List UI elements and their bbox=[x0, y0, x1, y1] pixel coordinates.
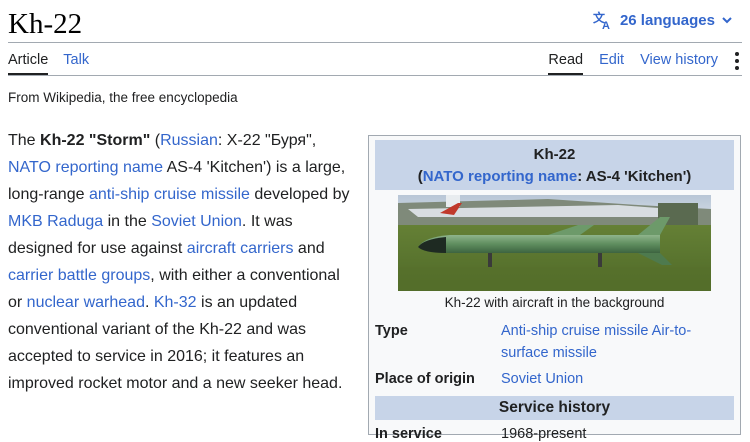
tab-article[interactable]: Article bbox=[8, 48, 49, 75]
page-title: Kh-22 bbox=[8, 8, 83, 40]
link-infobox-nato-reporting-name[interactable]: NATO reporting name bbox=[423, 168, 577, 185]
infobox-label: Type bbox=[375, 323, 408, 339]
infobox-subtitle: (NATO reporting name: AS-4 'Kitchen') bbox=[375, 166, 734, 188]
languages-label: 26 languages bbox=[619, 11, 715, 29]
lead-text: ( bbox=[150, 132, 161, 149]
link-carrier-battle-groups[interactable]: carrier battle groups bbox=[8, 267, 150, 284]
tab-talk[interactable]: Talk bbox=[63, 48, 89, 73]
infobox-row-type: Type Anti-ship cruise missile Air-to-sur… bbox=[375, 320, 734, 364]
infobox-label: In service bbox=[375, 426, 442, 442]
infobox-title: Kh-22 bbox=[533, 146, 576, 163]
tab-read[interactable]: Read bbox=[548, 48, 584, 75]
link-infobox-origin[interactable]: Soviet Union bbox=[501, 368, 734, 390]
tab-edit[interactable]: Edit bbox=[599, 48, 624, 73]
title-divider bbox=[8, 42, 742, 43]
lead-bold-title: Kh-22 "Storm" bbox=[40, 132, 151, 149]
svg-text:A: A bbox=[602, 20, 610, 30]
infobox: Kh-22 (NATO reporting name: AS-4 'Kitche… bbox=[368, 135, 741, 442]
infobox-header: Kh-22 (NATO reporting name: AS-4 'Kitche… bbox=[375, 140, 734, 190]
kebab-menu-icon[interactable] bbox=[732, 48, 742, 70]
infobox-caption: Kh-22 with aircraft in the background bbox=[444, 295, 665, 310]
link-nuclear-warhead[interactable]: nuclear warhead bbox=[27, 294, 145, 311]
link-soviet-union[interactable]: Soviet Union bbox=[151, 213, 242, 230]
link-anti-ship-cruise-missile[interactable]: anti-ship cruise missile bbox=[89, 186, 250, 203]
infobox-subtitle-text: : AS-4 'Kitchen') bbox=[577, 168, 692, 185]
site-tagline: From Wikipedia, the free encyclopedia bbox=[8, 90, 238, 105]
link-nato-reporting-name[interactable]: NATO reporting name bbox=[8, 159, 163, 176]
infobox-row-in-service: In service 1968-present bbox=[375, 426, 734, 442]
link-kh-32[interactable]: Kh-32 bbox=[154, 294, 197, 311]
lead-text: in the bbox=[103, 213, 152, 230]
link-aircraft-carriers[interactable]: aircraft carriers bbox=[187, 240, 294, 257]
lead-text: developed by bbox=[249, 186, 350, 203]
infobox-value: 1968-present bbox=[501, 426, 587, 442]
lead-text: : Х-22 "Буря", bbox=[217, 132, 317, 149]
infobox-label: Place of origin bbox=[375, 371, 475, 387]
link-mkb-raduga[interactable]: MKB Raduga bbox=[8, 213, 103, 230]
missile-photo[interactable] bbox=[398, 195, 711, 291]
namespace-tabs: Article Talk bbox=[8, 48, 104, 75]
infobox-row-origin: Place of origin Soviet Union bbox=[375, 368, 734, 390]
lead-text: and bbox=[293, 240, 325, 257]
lead-text: . bbox=[144, 294, 154, 311]
chevron-down-icon bbox=[722, 16, 732, 24]
languages-button[interactable]: 文 A 26 languages bbox=[593, 10, 732, 30]
link-russian[interactable]: Russian bbox=[160, 132, 218, 149]
tab-view-history[interactable]: View history bbox=[640, 48, 718, 73]
link-infobox-type[interactable]: Anti-ship cruise missile Air-to-surface … bbox=[501, 320, 734, 364]
translate-icon: 文 A bbox=[593, 10, 613, 30]
lead-paragraph: The Kh-22 "Storm" (Russian: Х-22 "Буря",… bbox=[8, 127, 358, 397]
tabs-divider bbox=[8, 75, 742, 76]
lead-text: The bbox=[8, 132, 41, 149]
view-tabs: Read Edit View history bbox=[532, 48, 742, 75]
infobox-section-header: Service history bbox=[375, 396, 734, 420]
